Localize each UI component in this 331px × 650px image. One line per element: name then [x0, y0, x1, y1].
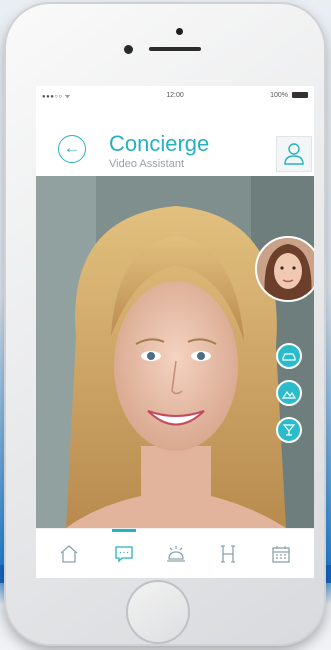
tab-service[interactable] — [161, 539, 191, 569]
sensor-dot — [176, 28, 183, 35]
earpiece-speaker — [149, 47, 201, 51]
phone-frame: ●●●○○ ᯤ 12:00 100% ← Concierge Video Ass… — [6, 4, 324, 644]
status-bar: ●●●○○ ᯤ 12:00 100% — [36, 86, 314, 106]
video-feed — [36, 176, 314, 528]
message-icon — [115, 546, 133, 563]
front-camera — [124, 45, 133, 54]
hotel-icon — [221, 545, 235, 563]
self-view-camera[interactable] — [255, 236, 314, 302]
tab-hotel[interactable] — [213, 539, 243, 569]
page-subtitle: Video Assistant — [109, 158, 185, 170]
home-icon — [60, 545, 78, 563]
app-header: ← Concierge Video Assistant — [36, 106, 314, 176]
battery-percent: 100% — [270, 92, 288, 99]
app-screen: ●●●○○ ᯤ 12:00 100% ← Concierge Video Ass… — [36, 86, 314, 578]
assistant-portrait — [36, 176, 314, 528]
cocktail-icon — [282, 424, 296, 436]
page-title: Concierge — [109, 131, 210, 156]
tab-calendar[interactable] — [266, 539, 296, 569]
tab-home[interactable] — [54, 539, 84, 569]
car-service-button[interactable] — [276, 343, 302, 369]
profile-button[interactable] — [276, 136, 312, 172]
car-icon — [282, 353, 296, 361]
bell-icon — [167, 546, 185, 562]
self-portrait — [257, 238, 314, 300]
active-tab-indicator — [112, 529, 136, 532]
battery-icon — [292, 92, 308, 98]
landscape-icon — [281, 390, 297, 399]
home-button[interactable] — [126, 580, 190, 644]
bottom-tab-bar — [36, 528, 314, 578]
bar-service-button[interactable] — [276, 417, 302, 443]
user-icon — [284, 143, 304, 165]
back-button[interactable]: ← — [58, 135, 86, 163]
tab-messages[interactable] — [109, 539, 139, 569]
calendar-icon — [272, 546, 290, 563]
arrow-left-icon: ← — [63, 138, 81, 157]
excursions-button[interactable] — [276, 380, 302, 406]
